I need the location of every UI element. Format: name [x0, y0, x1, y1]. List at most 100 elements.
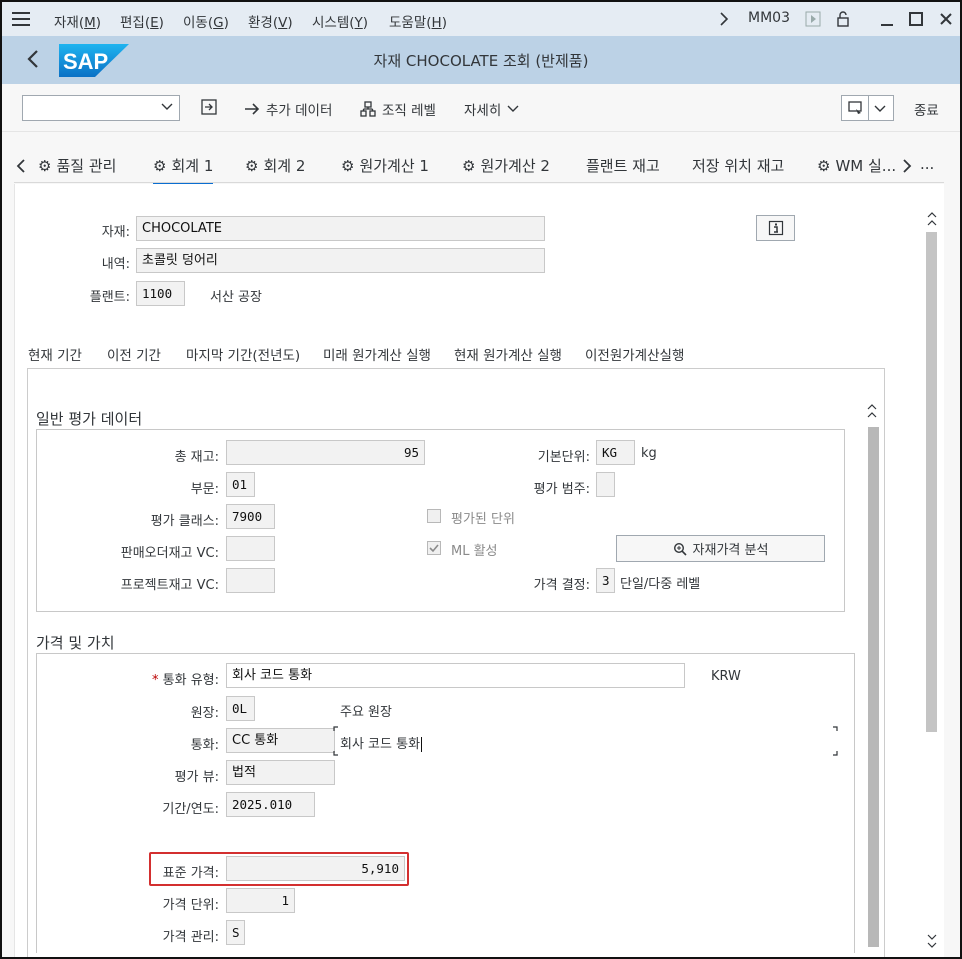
- total-stock-label: 총 재고:: [174, 450, 219, 465]
- valuation-category-field[interactable]: [596, 472, 615, 497]
- tab-label: 저장 위치 재고: [692, 157, 785, 175]
- command-field-dropdown[interactable]: [22, 95, 180, 121]
- lock-icon[interactable]: [835, 11, 851, 27]
- selection-bracket-left: [333, 726, 338, 756]
- tab-storage-location-stock[interactable]: 저장 위치 재고: [692, 155, 784, 176]
- subtab-current-costing-run[interactable]: 현재 원가계산 실행: [454, 344, 562, 364]
- subtab-last-period-prior-year[interactable]: 마지막 기간(전년도): [186, 344, 300, 364]
- tab-plant-stock[interactable]: 플랜트 재고: [586, 155, 660, 176]
- tab-scroll-right-icon[interactable]: [902, 158, 912, 174]
- menu-help[interactable]: 도움말(H): [389, 11, 447, 31]
- zoom-icon: [673, 542, 687, 556]
- currency-code: KRW: [711, 669, 741, 684]
- tab-accounting-2[interactable]: ⚙ 회계 2: [245, 155, 305, 176]
- selection-bracket-right: [833, 726, 838, 756]
- valuation-view-label: 평가 뷰:: [174, 770, 219, 785]
- scroll-down-icon[interactable]: [926, 930, 938, 950]
- hamburger-menu-icon[interactable]: [12, 12, 30, 26]
- details-label: 자세히: [464, 103, 502, 119]
- project-stock-label: 프로젝트재고 VC:: [120, 578, 219, 593]
- details-menu-button[interactable]: 자세히: [464, 99, 519, 119]
- additional-data-button[interactable]: 추가 데이터: [244, 99, 332, 119]
- tab-label: 원가계산 1: [359, 157, 429, 175]
- valuation-view-field[interactable]: 법적: [226, 760, 335, 785]
- division-field[interactable]: 01: [226, 472, 255, 497]
- menu-goto[interactable]: 이동(G): [183, 11, 229, 31]
- maximize-icon[interactable]: [908, 11, 924, 27]
- valuated-unit-checkbox[interactable]: [427, 509, 441, 523]
- chevron-down-icon: [507, 105, 519, 112]
- tab-costing-1[interactable]: ⚙ 원가계산 1: [341, 155, 429, 176]
- base-unit-text: kg: [641, 446, 657, 461]
- sap-window: 자재(M) 편집(E) 이동(G) 환경(V) 시스템(Y) 도움말(H) MM…: [0, 0, 962, 959]
- ledger-label: 원장:: [190, 706, 219, 721]
- tab-status-icon: ⚙: [817, 156, 831, 175]
- chevron-right-icon[interactable]: [716, 11, 732, 27]
- plant-name: 서산 공장: [210, 290, 262, 305]
- outer-scrollbar-thumb[interactable]: [926, 232, 937, 732]
- period-field[interactable]: 2025.010: [226, 792, 315, 817]
- currency-field[interactable]: CC 통화: [226, 728, 335, 753]
- description-field[interactable]: 초콜릿 덩어리: [136, 248, 545, 273]
- close-icon[interactable]: [938, 11, 954, 27]
- tab-status-icon: ⚙: [341, 156, 355, 175]
- subtab-previous-costing-run[interactable]: 이전원가계산실행: [585, 344, 684, 364]
- tab-wm[interactable]: ⚙ WM 실...: [817, 155, 896, 176]
- inner-scroll-up-icon[interactable]: [866, 402, 878, 422]
- tab-overflow-button[interactable]: ...: [920, 155, 934, 173]
- project-stock-field[interactable]: [226, 568, 275, 593]
- tab-scroll-left-icon[interactable]: [16, 158, 26, 174]
- sales-order-stock-field[interactable]: [226, 536, 275, 561]
- subtab-previous-period[interactable]: 이전 기간: [107, 344, 161, 364]
- exit-button[interactable]: 종료: [914, 99, 939, 119]
- menu-settings[interactable]: 환경(V): [248, 11, 293, 31]
- tab-label: 회계 2: [263, 157, 306, 175]
- toolbar: 추가 데이터 조직 레벨 자세히 종료: [2, 84, 960, 132]
- menu-edit[interactable]: 편집(E): [120, 11, 164, 31]
- price-unit-label: 가격 단위:: [162, 898, 219, 913]
- tab-label: 플랜트 재고: [586, 157, 660, 175]
- menu-system[interactable]: 시스템(Y): [312, 11, 368, 31]
- material-field[interactable]: CHOCOLATE: [136, 216, 545, 241]
- currency-label: 통화:: [190, 738, 219, 753]
- currency-type-field[interactable]: 회사 코드 통화: [226, 663, 685, 688]
- tab-costing-2[interactable]: ⚙ 원가계산 2: [462, 155, 550, 176]
- base-unit-field[interactable]: KG: [596, 440, 635, 465]
- subtab-current-period[interactable]: 현재 기간: [28, 344, 82, 370]
- ml-active-label: ML 활성: [451, 544, 498, 559]
- currency-type-label: * 통화 유형:: [152, 673, 219, 688]
- material-label: 자재:: [101, 225, 130, 240]
- subtab-future-costing-run[interactable]: 미래 원가계산 실행: [323, 344, 431, 364]
- execute-icon[interactable]: [805, 11, 821, 27]
- tab-status-icon: ⚙: [38, 156, 52, 175]
- inner-scrollbar-thumb[interactable]: [868, 427, 879, 947]
- price-control-field[interactable]: S: [226, 920, 245, 945]
- print-options-button[interactable]: [841, 95, 894, 121]
- tab-quality-management[interactable]: ⚙ 품질 관리: [38, 155, 116, 176]
- valuation-category-label: 평가 범주:: [533, 482, 590, 497]
- tab-label: 회계 1: [171, 157, 214, 175]
- menu-material[interactable]: 자재(M): [54, 11, 101, 31]
- tab-accounting-1[interactable]: ⚙ 회계 1: [153, 155, 214, 185]
- ml-active-checkbox[interactable]: [427, 541, 441, 555]
- ledger-field[interactable]: 0L: [226, 696, 255, 721]
- period-label: 기간/연도:: [162, 802, 219, 817]
- price-determination-field[interactable]: 3: [596, 568, 615, 593]
- org-levels-button[interactable]: 조직 레벨: [360, 99, 436, 119]
- price-values-title: 가격 및 가치: [36, 634, 115, 652]
- info-button[interactable]: [756, 215, 795, 241]
- price-unit-field[interactable]: 1: [226, 888, 295, 913]
- minimize-icon[interactable]: [879, 11, 895, 27]
- plant-label: 플랜트:: [89, 290, 130, 305]
- currency-text: 회사 코드 통화: [340, 737, 423, 752]
- save-as-variant-icon[interactable]: [200, 98, 218, 116]
- transaction-code: MM03: [748, 10, 790, 26]
- total-stock-field[interactable]: 95: [226, 440, 425, 465]
- material-price-analysis-button[interactable]: 자재가격 분석: [616, 535, 825, 562]
- checkmark-icon: [429, 544, 439, 553]
- material-price-analysis-label: 자재가격 분석: [692, 543, 769, 558]
- price-determination-text: 단일/다중 레벨: [620, 577, 701, 592]
- scroll-up-icon[interactable]: [926, 210, 938, 230]
- plant-field[interactable]: 1100: [136, 281, 185, 306]
- valuation-class-field[interactable]: 7900: [226, 504, 275, 529]
